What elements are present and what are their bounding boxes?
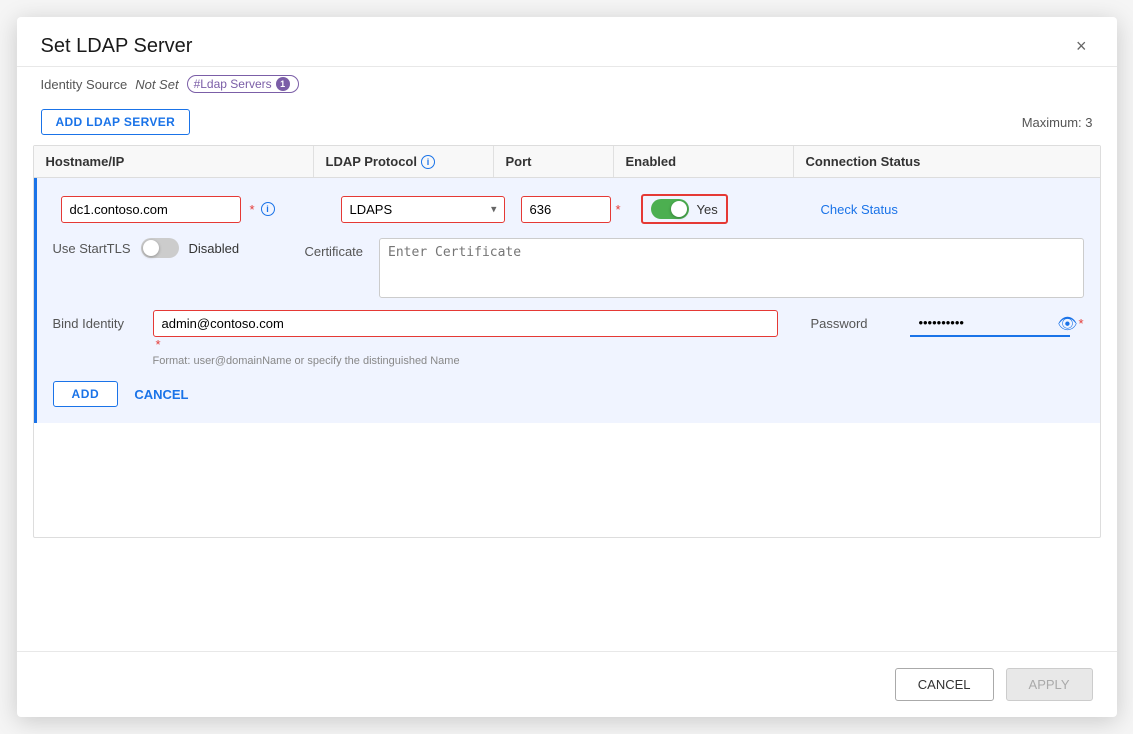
cert-textarea[interactable] — [379, 238, 1083, 298]
set-ldap-server-dialog: Set LDAP Server × Identity Source Not Se… — [17, 17, 1117, 717]
th-connection: Connection Status — [794, 146, 1100, 177]
port-input[interactable] — [521, 196, 611, 223]
ldap-table: Hostname/IP LDAP Protocol i Port Enabled… — [33, 145, 1101, 538]
close-button[interactable]: × — [1070, 35, 1093, 57]
enabled-status-label: Yes — [697, 202, 718, 217]
cert-section: Certificate — [305, 238, 1084, 298]
protocol-cell: LDAP LDAPS — [333, 192, 513, 227]
starttls-status-label: Disabled — [189, 241, 240, 256]
enabled-toggle-thumb — [671, 201, 687, 217]
starttls-toggle[interactable] — [141, 238, 179, 258]
password-required: * — [1078, 316, 1083, 331]
bind-identity-group: Bind Identity * Format: user@domainName … — [53, 310, 779, 367]
cert-label: Certificate — [305, 238, 364, 259]
tag-count: 1 — [276, 77, 290, 91]
check-status-link[interactable]: Check Status — [821, 202, 898, 217]
th-protocol: LDAP Protocol i — [314, 146, 494, 177]
starttls-cert-row: Use StartTLS Disabled Certificate — [53, 238, 1084, 298]
spacer — [17, 538, 1117, 652]
dialog-subtitle: Identity Source Not Set #Ldap Servers 1 — [17, 67, 1117, 103]
bind-input-wrap: * Format: user@domainName or specify the… — [153, 310, 779, 367]
bind-identity-input[interactable] — [153, 310, 779, 337]
bind-identity-hint: Format: user@domainName or specify the d… — [153, 355, 779, 367]
enabled-toggle[interactable] — [651, 199, 689, 219]
toolbar: ADD LDAP SERVER Maximum: 3 — [17, 103, 1117, 145]
hostname-info-icon[interactable]: i — [261, 202, 275, 216]
subtitle-label: Identity Source — [41, 77, 128, 92]
dialog-title: Set LDAP Server — [41, 35, 193, 58]
bind-password-row: Bind Identity * Format: user@domainName … — [53, 310, 1084, 367]
protocol-info-icon[interactable]: i — [421, 155, 435, 169]
starttls-group: Use StartTLS Disabled — [53, 238, 273, 258]
th-protocol-label: LDAP Protocol — [326, 154, 418, 169]
add-ldap-server-button[interactable]: ADD LDAP SERVER — [41, 109, 191, 135]
hostname-required: * — [250, 202, 255, 217]
tag-label: #Ldap Servers — [194, 77, 272, 91]
starttls-label: Use StartTLS — [53, 241, 131, 256]
add-button[interactable]: ADD — [53, 381, 119, 407]
enabled-cell: Yes — [633, 190, 813, 228]
bind-identity-label: Bind Identity — [53, 310, 143, 331]
password-wrap: 👁 * — [910, 310, 1083, 337]
starttls-toggle-thumb — [143, 240, 159, 256]
row-top: * i LDAP LDAPS * — [53, 190, 1084, 228]
max-label: Maximum: 3 — [1022, 115, 1093, 130]
footer-apply-button: APPLY — [1006, 668, 1093, 701]
footer-cancel-button[interactable]: CANCEL — [895, 668, 994, 701]
ldap-servers-tag[interactable]: #Ldap Servers 1 — [187, 75, 299, 93]
cancel-row-button[interactable]: CANCEL — [130, 381, 192, 407]
table-header: Hostname/IP LDAP Protocol i Port Enabled… — [34, 146, 1100, 178]
password-label: Password — [810, 310, 900, 331]
ldap-row-expanded: * i LDAP LDAPS * — [34, 178, 1100, 423]
th-port: Port — [494, 146, 614, 177]
hostname-input[interactable] — [61, 196, 241, 223]
bind-required: * — [156, 337, 161, 352]
hostname-cell: * i — [53, 192, 333, 227]
check-status-cell: Check Status — [813, 198, 1084, 221]
port-required: * — [616, 202, 621, 217]
protocol-select[interactable]: LDAP LDAPS — [341, 196, 505, 223]
row-actions: ADD CANCEL — [53, 381, 1084, 407]
show-password-icon[interactable]: 👁 — [1057, 314, 1077, 334]
th-enabled: Enabled — [614, 146, 794, 177]
port-cell: * — [513, 192, 633, 227]
password-input[interactable] — [910, 310, 1070, 337]
dialog-footer: CANCEL APPLY — [17, 651, 1117, 717]
subtitle-status: Not Set — [135, 77, 178, 92]
th-hostname: Hostname/IP — [34, 146, 314, 177]
password-group: Password 👁 * — [810, 310, 1083, 337]
dialog-header: Set LDAP Server × — [17, 17, 1117, 67]
